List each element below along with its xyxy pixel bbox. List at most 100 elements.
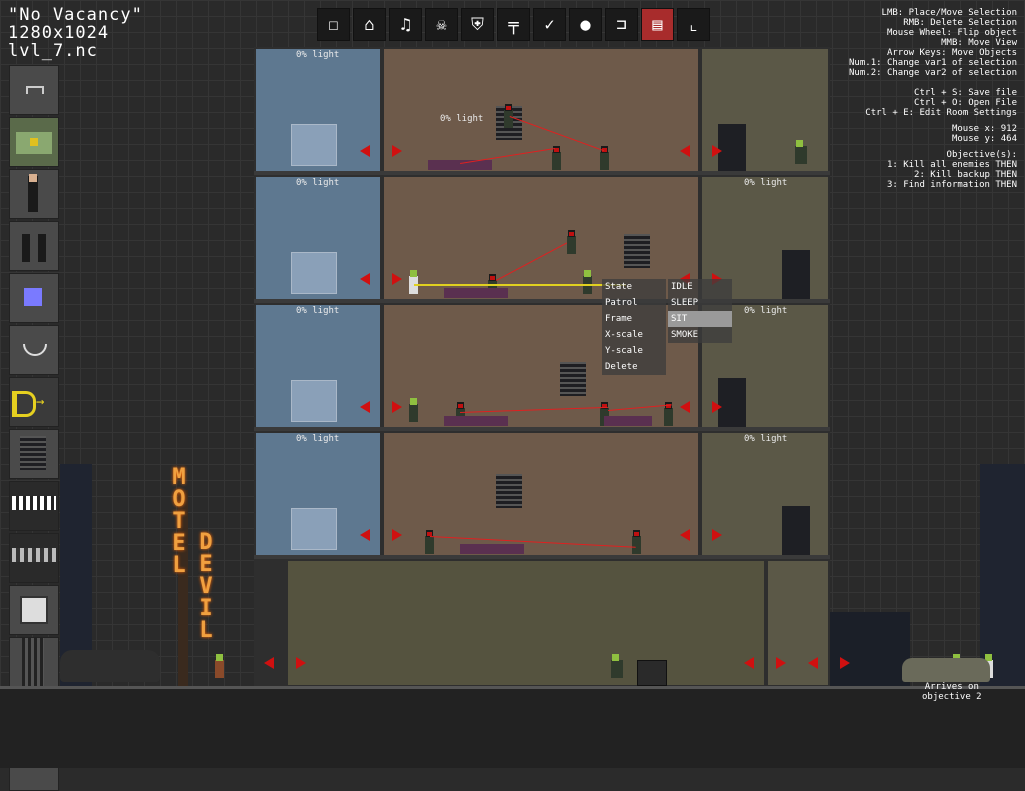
context-menu-item[interactable]: Delete [602, 359, 666, 375]
window[interactable] [496, 474, 522, 508]
palette-item-panel[interactable] [9, 585, 59, 635]
room-transition-arrow[interactable] [392, 401, 402, 413]
room-transition-arrow[interactable] [680, 529, 690, 541]
context-menu-item[interactable]: State [602, 279, 666, 295]
bed[interactable] [444, 288, 508, 298]
skull-tool-icon: ☠ [436, 14, 447, 35]
bathroom-stall[interactable] [291, 124, 337, 166]
room-transition-arrow[interactable] [360, 401, 370, 413]
shield-tool-button[interactable]: ⛨ [461, 8, 494, 41]
room-transition-arrow[interactable] [392, 529, 402, 541]
room-lobby[interactable] [288, 561, 764, 685]
civilian[interactable] [611, 654, 623, 678]
context-menu-option[interactable]: IDLE [668, 279, 732, 295]
stairs-tool-button[interactable]: ⊐ [605, 8, 638, 41]
room-transition-arrow[interactable] [680, 145, 690, 157]
enemy[interactable] [632, 530, 641, 554]
room-main-1[interactable] [384, 49, 698, 171]
enemy[interactable] [600, 146, 609, 170]
bed[interactable] [444, 416, 508, 426]
civilian[interactable] [409, 398, 418, 422]
gun-tool-button[interactable]: ╤ [497, 8, 530, 41]
room-transition-arrow[interactable] [712, 529, 722, 541]
lightbulb-tool-button[interactable]: ● [569, 8, 602, 41]
house-tool-button[interactable]: ⌂ [353, 8, 386, 41]
door[interactable] [718, 124, 746, 171]
room-transition-arrow[interactable] [744, 657, 754, 669]
help-control-line: Num.2: Change var2 of selection [849, 68, 1017, 78]
parked-car[interactable] [60, 650, 160, 682]
backup-car[interactable] [902, 658, 990, 682]
bathroom-stall[interactable] [291, 252, 337, 294]
help-file-line: Ctrl + E: Edit Room Settings [865, 108, 1017, 118]
palette-item-checker[interactable] [9, 533, 59, 583]
context-menu-item[interactable]: Frame [602, 311, 666, 327]
palette-item-door-exit[interactable]: → [9, 377, 59, 427]
room-transition-arrow[interactable] [680, 401, 690, 413]
palette-item-pillar[interactable] [9, 637, 59, 687]
context-menu-option[interactable]: SLEEP [668, 295, 732, 311]
room-transition-arrow[interactable] [712, 401, 722, 413]
bed[interactable] [428, 160, 492, 170]
room-transition-arrow[interactable] [808, 657, 818, 669]
music-tool-button[interactable]: ♫ [389, 8, 422, 41]
couch[interactable] [604, 416, 652, 426]
room-transition-arrow[interactable] [360, 273, 370, 285]
room-transition-arrow[interactable] [392, 273, 402, 285]
room-transition-arrow[interactable] [712, 145, 722, 157]
level-title: "No Vacancy" [8, 5, 143, 25]
enemy[interactable] [425, 530, 434, 554]
player-character[interactable] [215, 654, 224, 678]
motel-sign: MOTEL [168, 467, 190, 577]
civilian[interactable] [795, 140, 807, 164]
enemy[interactable] [567, 230, 576, 254]
help-control-line: MMB: Move View [941, 38, 1017, 48]
palette-item-lamp[interactable] [9, 325, 59, 375]
light-label: 0% light [744, 306, 788, 316]
context-menu-option[interactable]: SIT [668, 311, 732, 327]
checkmark-tool-button[interactable]: ✓ [533, 8, 566, 41]
enemy[interactable] [504, 104, 513, 128]
objective-line: 1: Kill all enemies THEN [886, 160, 1017, 170]
skull-tool-button[interactable]: ☠ [425, 8, 458, 41]
bathroom-stall[interactable] [291, 508, 337, 550]
window[interactable] [624, 234, 650, 268]
tv[interactable] [637, 660, 667, 686]
enemy[interactable] [552, 146, 561, 170]
select-tool-button[interactable]: ⌞ [677, 8, 710, 41]
devil-sign-letter: E [199, 552, 213, 577]
context-menu-options: IDLE SLEEP SIT SMOKE [668, 279, 732, 343]
floor-divider [254, 427, 830, 431]
bed[interactable] [460, 544, 524, 554]
room-transition-arrow[interactable] [296, 657, 306, 669]
enemy[interactable] [664, 402, 673, 426]
door[interactable] [782, 506, 810, 555]
arrives-note: Arrives on objective 2 [922, 682, 982, 702]
palette-item-block[interactable] [9, 273, 59, 323]
fire-tool-button[interactable]: ▤ [641, 8, 674, 41]
window[interactable] [560, 362, 586, 396]
palette-item-building[interactable] [9, 117, 59, 167]
square-tool-button[interactable]: ☐ [317, 8, 350, 41]
room-transition-arrow[interactable] [840, 657, 850, 669]
context-menu-option[interactable]: SMOKE [668, 327, 732, 343]
palette-item-vent[interactable] [9, 65, 59, 115]
palette-item-wall-strip[interactable] [9, 481, 59, 531]
objectives-title: Objective(s): [946, 150, 1017, 160]
palette-item-enemy[interactable] [9, 221, 59, 271]
light-label: 0% light [296, 434, 340, 444]
context-menu-item[interactable]: Y-scale [602, 343, 666, 359]
room-transition-arrow[interactable] [264, 657, 274, 669]
room-transition-arrow[interactable] [776, 657, 786, 669]
context-menu-item[interactable]: Patrol [602, 295, 666, 311]
context-menu-item[interactable]: X-scale [602, 327, 666, 343]
palette-item-window[interactable] [9, 429, 59, 479]
objective-line: 2: Kill backup THEN [914, 170, 1017, 180]
room-transition-arrow[interactable] [360, 145, 370, 157]
room-transition-arrow[interactable] [392, 145, 402, 157]
door[interactable] [782, 250, 810, 299]
palette-item-character[interactable] [9, 169, 59, 219]
bathroom-stall[interactable] [291, 380, 337, 422]
door[interactable] [718, 378, 746, 427]
room-transition-arrow[interactable] [360, 529, 370, 541]
